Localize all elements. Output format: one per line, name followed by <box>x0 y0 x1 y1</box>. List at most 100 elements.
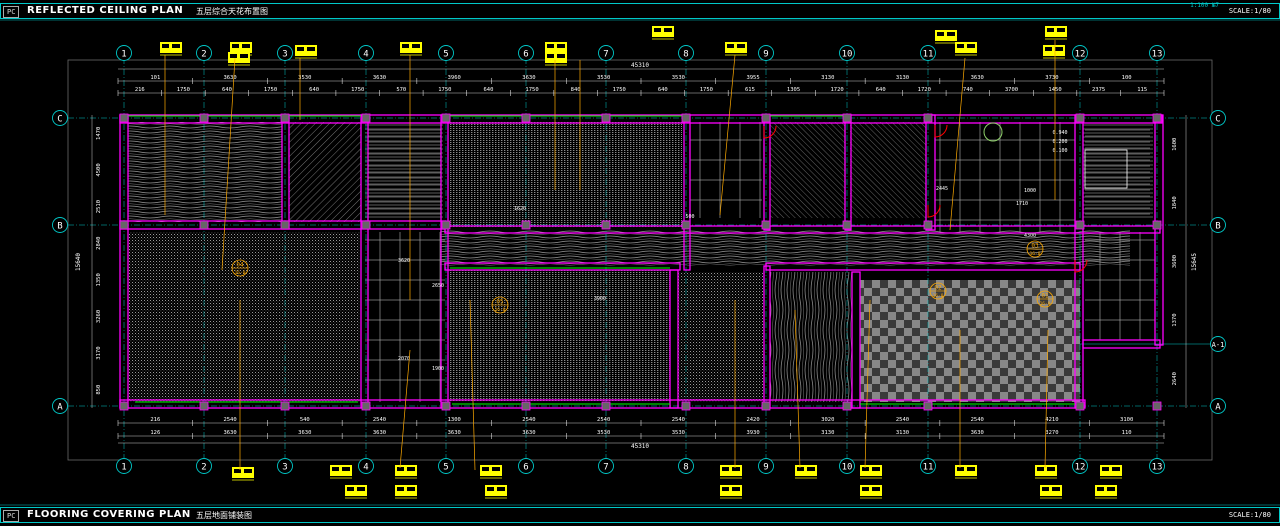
top-detail-dimension-value: 1750 <box>525 87 538 93</box>
grid-bubble-bottom-label: 9 <box>763 463 768 473</box>
room-fill <box>289 122 361 222</box>
callout-mark <box>722 487 729 491</box>
grid-bubble-left-label: C <box>57 115 62 125</box>
callout-mark <box>244 469 252 473</box>
room-index-tag: 0316-0 <box>1026 240 1044 258</box>
top-dimension-value: 3730 <box>1045 75 1058 81</box>
drawing-title: FLOORING COVERING PLAN <box>27 509 191 520</box>
callout-mark <box>332 467 339 471</box>
callout-mark <box>482 467 489 471</box>
material-callout-tag <box>545 52 567 66</box>
material-callout-tag <box>725 42 747 56</box>
column <box>119 220 129 230</box>
grid-bubble-bottom-label: 2 <box>201 463 206 473</box>
top-dimension-value: 3530 <box>597 75 610 81</box>
top-detail-dimension-value: 1305 <box>787 87 800 93</box>
callout-mark <box>1037 467 1044 471</box>
grid-bubble-right-label: A <box>1215 403 1221 413</box>
interior-dimension: 4300 <box>1024 233 1036 239</box>
column <box>1152 401 1162 411</box>
top-detail-dimension-value: 1750 <box>264 87 277 93</box>
interior-dimension: 3620 <box>398 258 410 264</box>
left-dimension-value: 2840 <box>96 237 102 250</box>
column <box>601 113 611 123</box>
callout-mark <box>547 54 554 58</box>
bottom-dimension-value: 3630 <box>223 430 236 436</box>
column <box>441 220 451 230</box>
column <box>923 401 933 411</box>
callout-mark <box>654 28 661 32</box>
material-callout-tag <box>480 465 502 479</box>
right-dimension-value: 3600 <box>1172 255 1178 268</box>
column <box>842 401 852 411</box>
column <box>842 113 852 123</box>
callout-mark <box>1112 467 1120 471</box>
bottom-dimension-value: 3630 <box>373 430 386 436</box>
bottom-dimension-value: 3130 <box>896 430 909 436</box>
top-detail-dimension-value: 1750 <box>613 87 626 93</box>
material-callout-tag <box>935 30 957 44</box>
bottom-dimension-value: 3530 <box>672 430 685 436</box>
material-callout-tag <box>1040 485 1062 499</box>
grid-bubble-bottom-label: 12 <box>1075 463 1086 473</box>
callout-mark <box>497 487 505 491</box>
top-detail-dimension-value: 640 <box>222 87 232 93</box>
callout-mark <box>557 44 565 48</box>
column <box>280 113 290 123</box>
bottom-dimension-value: 3270 <box>1045 430 1058 436</box>
top-dimension-value: 3630 <box>373 75 386 81</box>
room-index-code: 02 <box>934 285 942 292</box>
callout-mark <box>957 467 964 471</box>
callout-mark <box>492 467 500 471</box>
material-callout-tag <box>1043 45 1065 59</box>
grid-bubble-bottom-label: 8 <box>683 463 688 473</box>
callout-mark <box>937 32 944 36</box>
grid-bubble-top-label: 8 <box>683 50 688 60</box>
top-detail-dimension-value: 1750 <box>351 87 364 93</box>
top-detail-dimension-value: 640 <box>658 87 668 93</box>
top-dimension-value: 101 <box>150 75 160 81</box>
wall <box>669 269 679 409</box>
material-callout-tag <box>795 465 817 479</box>
bottom-dimension-value: 3130 <box>821 430 834 436</box>
room-fill <box>850 122 926 218</box>
top-detail-dimension-value: 840 <box>571 87 581 93</box>
column <box>923 113 933 123</box>
overall-dimension: 45310 <box>631 62 649 69</box>
wall <box>925 114 936 231</box>
bottom-detail-dimension-value: 2540 <box>223 417 236 423</box>
column <box>681 401 691 411</box>
wall <box>281 114 290 230</box>
floor-plan-drawing[interactable]: 45310101 3630 3530 3630 3960 3630 3530 3530 3955… <box>0 0 1280 526</box>
interior-dimension: 2650 <box>432 283 444 289</box>
material-callout-tag <box>955 42 977 56</box>
grid-bubble-top-label: 10 <box>842 50 853 60</box>
room-index-tag: 0416-0 <box>231 259 249 277</box>
callout-mark <box>732 467 740 471</box>
callout-mark <box>737 44 745 48</box>
left-dimension-value: 2510 <box>96 200 102 213</box>
bottom-detail-dimension-value: 2540 <box>896 417 909 423</box>
callout-mark <box>862 467 869 471</box>
column <box>842 220 852 230</box>
stair-fill <box>1083 122 1153 220</box>
top-detail-dimension-value: 216 <box>135 87 145 93</box>
callout-mark <box>232 44 239 48</box>
top-detail-dimension-value: 1720 <box>831 87 844 93</box>
callout-mark <box>487 487 494 491</box>
room-fill <box>450 122 682 228</box>
grid-bubble-top-label: 2 <box>201 50 206 60</box>
left-dimension-value: 1470 <box>96 127 102 140</box>
interior-dimension: 1620 <box>514 206 526 212</box>
bottom-detail-dimension-value: 2540 <box>597 417 610 423</box>
room-index-tag: 0116-0 <box>1036 290 1054 308</box>
column <box>521 220 531 230</box>
material-callout-tag <box>720 485 742 499</box>
callout-mark <box>297 47 304 51</box>
column <box>1152 220 1162 230</box>
room-index-sub: 16-0 <box>933 293 944 299</box>
grid-bubble-top-label: 4 <box>363 50 368 60</box>
right-dimension-value: 1840 <box>1172 196 1178 209</box>
material-callout-tag <box>720 465 742 479</box>
room-index-sub: 16-0 <box>1030 251 1041 257</box>
